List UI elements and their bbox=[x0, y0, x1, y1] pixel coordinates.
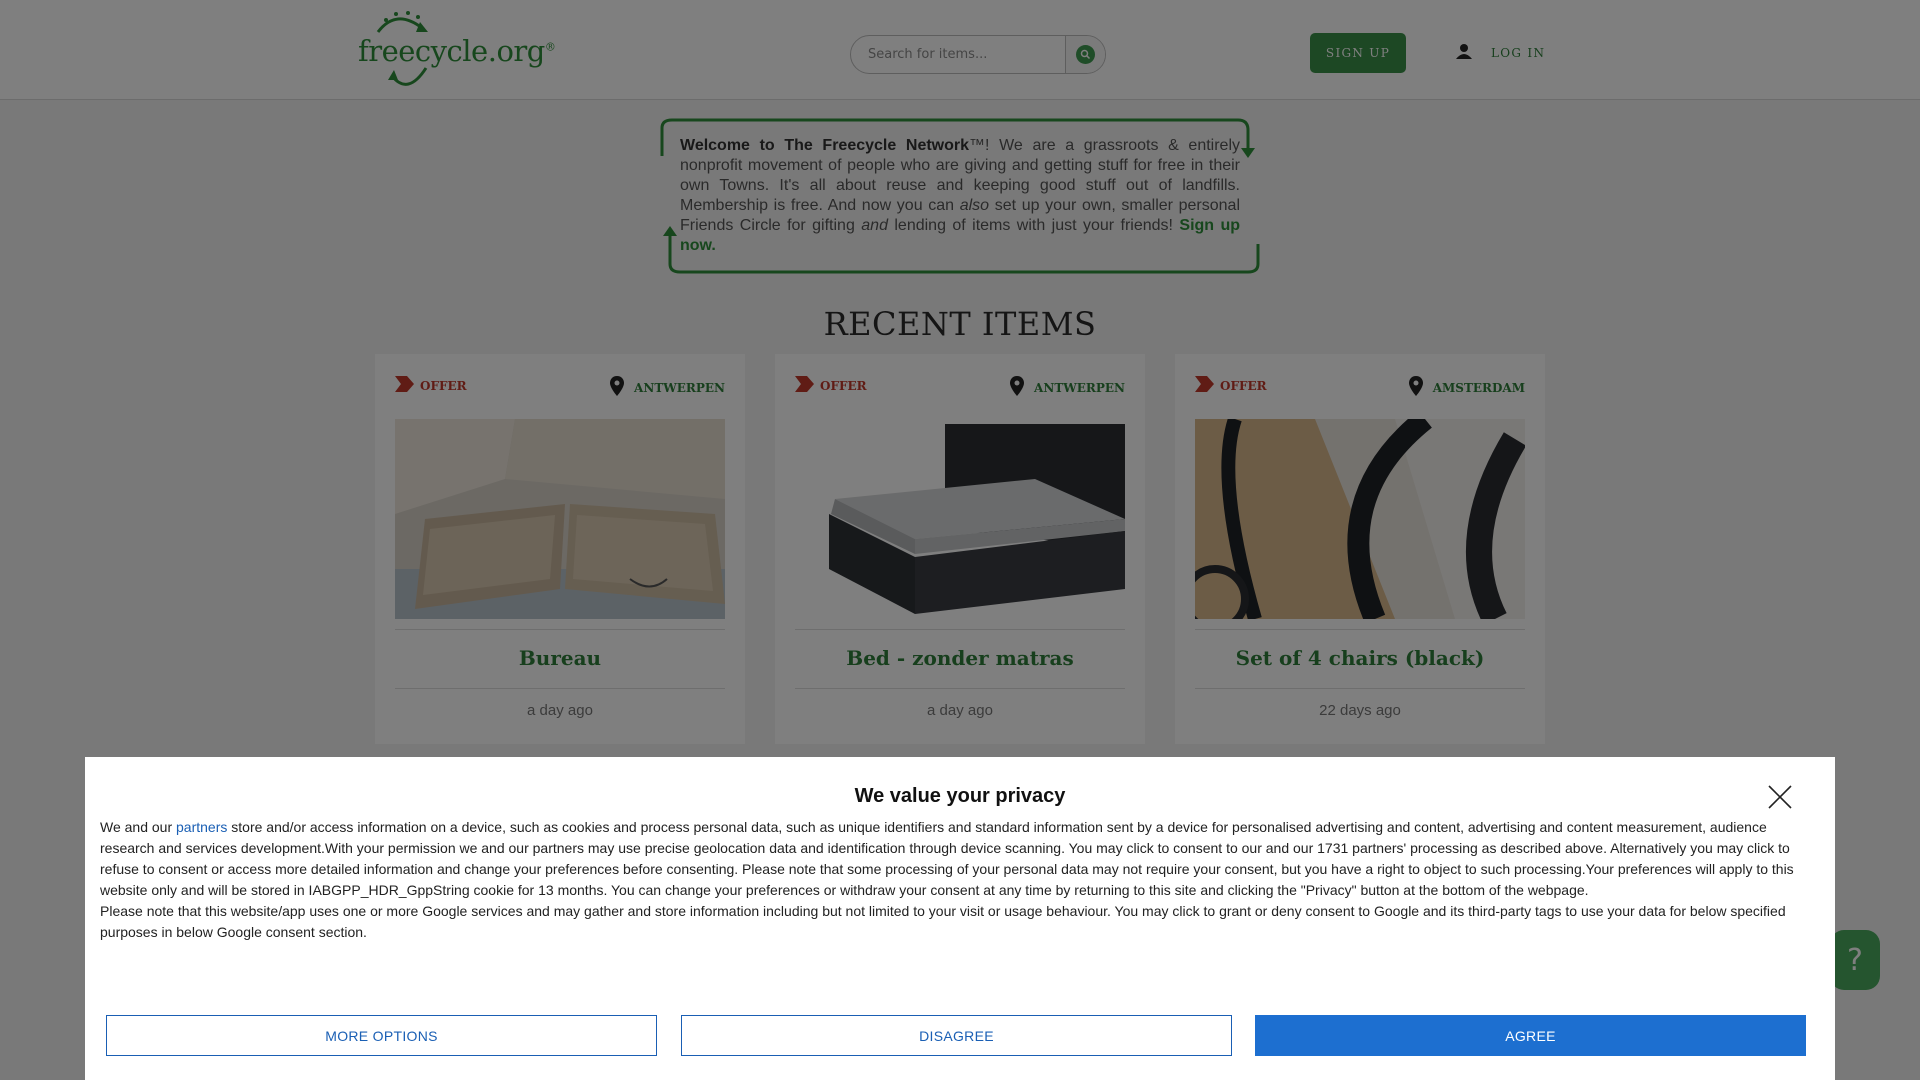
consent-title: We value your privacy bbox=[854, 785, 1066, 807]
close-icon[interactable] bbox=[1767, 784, 1793, 810]
consent-intro: We and our partners store and/or access … bbox=[100, 819, 1794, 898]
agree-button[interactable]: AGREE bbox=[1255, 1015, 1806, 1056]
privacy-consent-dialog: We value your privacy We and our partner… bbox=[85, 757, 1835, 1080]
consent-google-note: Please note that this website/app uses o… bbox=[100, 903, 1786, 940]
partners-link[interactable]: partners bbox=[176, 819, 227, 835]
consent-body: We and our partners store and/or access … bbox=[100, 817, 1820, 943]
disagree-button[interactable]: DISAGREE bbox=[681, 1015, 1232, 1056]
more-options-button[interactable]: MORE OPTIONS bbox=[106, 1015, 657, 1056]
